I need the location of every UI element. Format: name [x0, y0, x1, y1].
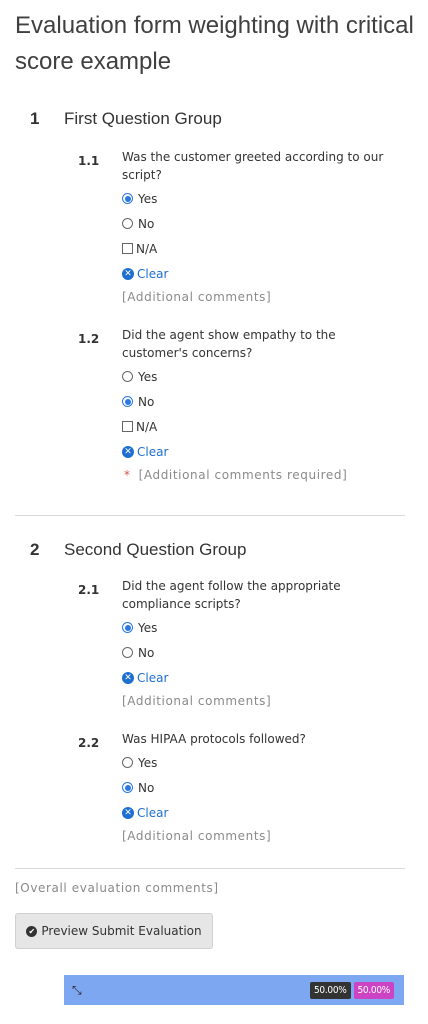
option-no[interactable]: No — [122, 389, 398, 414]
radio-selected-icon[interactable] — [122, 396, 133, 407]
option-na[interactable]: N/A — [122, 236, 398, 261]
option-no[interactable]: No — [122, 775, 398, 800]
option-label: No — [138, 216, 155, 231]
option-no[interactable]: No — [122, 640, 398, 665]
clear-button[interactable]: ✕ Clear — [122, 261, 398, 286]
checkbox-icon[interactable] — [122, 243, 133, 254]
option-label: N/A — [136, 241, 158, 256]
overall-comments-link[interactable]: [Overall evaluation comments] — [15, 881, 219, 895]
group-divider — [15, 515, 405, 516]
comments-label: [Additional comments required] — [138, 468, 348, 482]
option-label: N/A — [136, 419, 158, 434]
additional-comments-link[interactable]: [Additional comments] — [122, 690, 398, 712]
checkbox-icon[interactable] — [122, 421, 133, 432]
critical-score-badge: 50.00% — [353, 981, 394, 999]
radio-icon[interactable] — [122, 371, 133, 382]
clear-button[interactable]: ✕ Clear — [122, 439, 398, 464]
group-number: 2 — [30, 540, 40, 559]
option-label: No — [138, 645, 155, 660]
score-badge: 50.00% — [310, 981, 351, 999]
clear-circle-icon: ✕ — [122, 445, 134, 458]
preview-submit-button[interactable]: ✔ Preview Submit Evaluation — [15, 913, 213, 949]
score-bar: ⤡ 50.00% 50.00% — [64, 975, 404, 1005]
question-1-2: 1.2 Did the agent show empathy to the cu… — [78, 326, 398, 486]
option-label: Yes — [138, 191, 158, 206]
additional-comments-link[interactable]: [Additional comments] — [122, 825, 398, 847]
collapse-arrows-icon[interactable]: ⤡ — [72, 983, 82, 998]
preview-button-label: Preview Submit Evaluation — [41, 924, 202, 938]
clear-label: Clear — [137, 670, 169, 685]
option-label: Yes — [138, 755, 158, 770]
question-number: 1.1 — [78, 154, 100, 168]
question-number: 1.2 — [78, 332, 100, 346]
option-no[interactable]: No — [122, 211, 398, 236]
question-number: 2.1 — [78, 583, 100, 597]
option-yes[interactable]: Yes — [122, 615, 398, 640]
question-text: Was the customer greeted according to ou… — [122, 150, 384, 182]
radio-icon[interactable] — [122, 218, 133, 229]
clear-label: Clear — [137, 266, 169, 281]
check-circle-icon: ✔ — [26, 925, 38, 937]
clear-circle-icon: ✕ — [122, 267, 134, 280]
question-text: Was HIPAA protocols followed? — [122, 732, 306, 746]
clear-button[interactable]: ✕ Clear — [122, 665, 398, 690]
option-yes[interactable]: Yes — [122, 750, 398, 775]
option-label: Yes — [138, 620, 158, 635]
option-na[interactable]: N/A — [122, 414, 398, 439]
question-group-header: 1 First Question Group — [30, 109, 222, 129]
radio-icon[interactable] — [122, 757, 133, 768]
radio-icon[interactable] — [122, 647, 133, 658]
clear-button[interactable]: ✕ Clear — [122, 800, 398, 825]
question-text: Did the agent show empathy to the custom… — [122, 328, 336, 360]
radio-selected-icon[interactable] — [122, 782, 133, 793]
question-number: 2.2 — [78, 736, 100, 750]
group-number: 1 — [30, 109, 40, 128]
option-label: No — [138, 780, 155, 795]
required-marker: * — [124, 468, 131, 482]
option-label: No — [138, 394, 155, 409]
question-2-1: 2.1 Did the agent follow the appropriate… — [78, 577, 398, 712]
question-group-header: 2 Second Question Group — [30, 540, 246, 560]
option-label: Yes — [138, 369, 158, 384]
page-title: Evaluation form weighting with critical … — [15, 12, 414, 75]
section-divider — [15, 868, 405, 869]
additional-comments-link[interactable]: [Additional comments] — [122, 286, 398, 308]
clear-circle-icon: ✕ — [122, 806, 134, 819]
question-text: Did the agent follow the appropriate com… — [122, 579, 341, 611]
question-1-1: 1.1 Was the customer greeted according t… — [78, 148, 398, 308]
clear-circle-icon: ✕ — [122, 671, 134, 684]
clear-label: Clear — [137, 444, 169, 459]
radio-selected-icon[interactable] — [122, 193, 133, 204]
question-2-2: 2.2 Was HIPAA protocols followed? Yes No… — [78, 730, 398, 847]
group-title: Second Question Group — [64, 540, 247, 559]
clear-label: Clear — [137, 805, 169, 820]
group-title: First Question Group — [64, 109, 222, 128]
option-yes[interactable]: Yes — [122, 186, 398, 211]
radio-selected-icon[interactable] — [122, 622, 133, 633]
option-yes[interactable]: Yes — [122, 364, 398, 389]
additional-comments-required-link[interactable]: * [Additional comments required] — [124, 464, 398, 486]
